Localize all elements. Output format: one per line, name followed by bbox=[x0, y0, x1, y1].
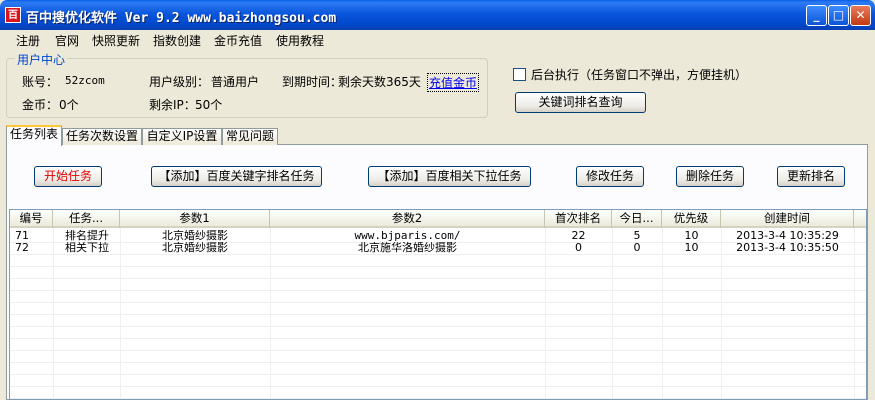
row-gridline bbox=[10, 326, 866, 327]
user-center-title: 用户中心 bbox=[15, 51, 68, 68]
cell-task-type: 排名提升 bbox=[65, 230, 109, 242]
cell-priority: 10 bbox=[684, 230, 699, 242]
background-exec-checkbox[interactable] bbox=[513, 68, 526, 81]
column-header-param2[interactable]: 参数2 bbox=[270, 210, 545, 228]
level-label: 用户级别： bbox=[149, 75, 210, 89]
cell-priority: 10 bbox=[684, 242, 699, 254]
row-gridline bbox=[10, 338, 866, 339]
keyword-rank-query-button[interactable]: 关键词排名查询 bbox=[515, 92, 646, 113]
start-task-button[interactable]: 开始任务 bbox=[34, 166, 102, 187]
coins-value: 0个 bbox=[59, 98, 79, 112]
tab-custom-ip-settings[interactable]: 自定义IP设置 bbox=[142, 128, 222, 145]
close-button[interactable]: ✕ bbox=[850, 5, 871, 26]
update-rank-button[interactable]: 更新排名 bbox=[777, 166, 845, 187]
row-gridline bbox=[10, 314, 866, 315]
cell-created-time: 2013-3-4 10:35:50 bbox=[736, 242, 839, 254]
cell-id: 72 bbox=[15, 242, 29, 254]
column-header-id[interactable]: 编号 bbox=[10, 210, 53, 228]
add-related-dropdown-task-button[interactable]: 【添加】百度相关下拉任务 bbox=[368, 166, 531, 187]
recharge-link[interactable]: 充值金币 bbox=[427, 73, 480, 92]
window-title: 百中搜优化软件 Ver 9.2 www.baizhongsou.com bbox=[26, 11, 337, 26]
background-exec-label[interactable]: 后台执行（任务窗口不弹出，方便挂机） bbox=[531, 66, 747, 83]
menu-bar: 注册 官网 快照更新 指数创建 金币充值 使用教程 bbox=[0, 30, 875, 49]
column-header-first-rank[interactable]: 首次排名 bbox=[545, 210, 612, 228]
cell-param2: 北京施华洛婚纱摄影 bbox=[358, 242, 457, 254]
menu-item-snapshot-update[interactable]: 快照更新 bbox=[92, 32, 140, 49]
coins-label: 金币： bbox=[22, 98, 59, 112]
column-header-today[interactable]: 今日... bbox=[612, 210, 662, 228]
level-value: 普通用户 bbox=[211, 75, 260, 89]
row-gridline bbox=[10, 362, 866, 363]
tab-faq[interactable]: 常见问题 bbox=[222, 128, 278, 145]
row-gridline bbox=[10, 254, 866, 255]
cell-today: 5 bbox=[633, 230, 641, 242]
cell-param1: 北京婚纱摄影 bbox=[162, 242, 228, 254]
title-bar[interactable]: 百 百中搜优化软件 Ver 9.2 www.baizhongsou.com _ … bbox=[0, 0, 875, 30]
menu-item-tutorial[interactable]: 使用教程 bbox=[276, 32, 324, 49]
row-gridline bbox=[10, 290, 866, 291]
table-row[interactable]: 72 相关下拉 北京婚纱摄影 北京施华洛婚纱摄影 0 0 10 2013-3-4 10:35:… bbox=[10, 242, 866, 254]
column-header-param1[interactable]: 参数1 bbox=[120, 210, 270, 228]
cell-first-rank: 22 bbox=[571, 230, 586, 242]
cell-param2: www.bjparis.com/ bbox=[354, 230, 461, 242]
cell-task-type: 相关下拉 bbox=[65, 242, 109, 254]
expire-label: 到期时间： bbox=[282, 75, 343, 89]
cell-param1: 北京婚纱摄影 bbox=[162, 230, 228, 242]
column-header-priority[interactable]: 优先级 bbox=[662, 210, 721, 228]
add-keyword-rank-task-button[interactable]: 【添加】百度关键字排名任务 bbox=[151, 166, 322, 187]
account-label: 账号： bbox=[22, 75, 59, 89]
menu-item-register[interactable]: 注册 bbox=[16, 32, 40, 49]
modify-task-button[interactable]: 修改任务 bbox=[576, 166, 644, 187]
row-gridline bbox=[10, 386, 866, 387]
row-gridline bbox=[10, 350, 866, 351]
minimize-button[interactable]: _ bbox=[806, 5, 827, 26]
cell-id: 71 bbox=[15, 230, 29, 242]
maximize-button[interactable]: □ bbox=[828, 5, 849, 26]
menu-item-website[interactable]: 官网 bbox=[55, 32, 79, 49]
table-row[interactable]: 71 排名提升 北京婚纱摄影 www.bjparis.com/22 5 10 2013-3-… bbox=[10, 230, 866, 242]
ip-value: 50个 bbox=[195, 98, 223, 112]
row-gridline bbox=[10, 266, 866, 267]
tab-task-list[interactable]: 任务列表 bbox=[6, 125, 62, 146]
column-header-task-type[interactable]: 任务... bbox=[53, 210, 120, 228]
cell-first-rank: 0 bbox=[575, 242, 582, 254]
column-header-created-time[interactable]: 创建时间 bbox=[721, 210, 854, 228]
user-center-group: 用户中心 账号： 52zcom 用户级别： 普通用户 到期时间： 剩余天数365… bbox=[6, 51, 488, 118]
tab-task-count-settings[interactable]: 任务次数设置 bbox=[62, 128, 142, 145]
expire-value: 剩余天数365天 bbox=[338, 75, 421, 89]
row-gridline bbox=[10, 374, 866, 375]
app-icon: 百 bbox=[5, 7, 21, 23]
menu-item-coin-recharge[interactable]: 金币充值 bbox=[214, 32, 262, 49]
row-gridline bbox=[10, 278, 866, 279]
delete-task-button[interactable]: 删除任务 bbox=[676, 166, 744, 187]
row-gridline bbox=[10, 398, 866, 399]
account-value: 52zcom bbox=[65, 74, 105, 87]
table-header: 编号 任务... 参数1 参数2 首次排名 今日... 优先级 创建时间 bbox=[10, 210, 866, 228]
row-gridline bbox=[10, 302, 866, 303]
menu-item-index-create[interactable]: 指数创建 bbox=[153, 32, 201, 49]
ip-label: 剩余IP： bbox=[149, 98, 196, 112]
task-table[interactable]: 编号 任务... 参数1 参数2 首次排名 今日... 优先级 创建时间 71 排… bbox=[9, 209, 867, 400]
cell-created-time: 2013-3-4 10:35:29 bbox=[736, 230, 839, 242]
cell-today: 0 bbox=[633, 242, 641, 254]
